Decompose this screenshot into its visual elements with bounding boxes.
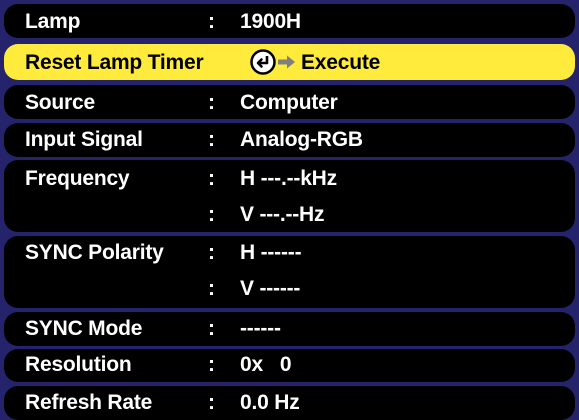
right-arrow-icon	[277, 54, 297, 70]
sync-mode-label: SYNC Mode	[25, 317, 143, 340]
menu-row-reset-lamp-timer[interactable]: Reset Lamp Timer Execute	[4, 44, 575, 80]
menu-row-input-signal: Input Signal : Analog-RGB	[4, 123, 575, 157]
sync-mode-value: ------	[240, 317, 281, 340]
separator: :	[208, 353, 215, 376]
separator: :	[208, 391, 215, 414]
refresh-rate-label: Refresh Rate	[25, 391, 153, 414]
lamp-info-menu: Lamp : 1900H Reset Lamp Timer Execute So…	[0, 0, 579, 420]
execute-label: Execute	[301, 50, 381, 74]
separator: :	[208, 277, 215, 300]
resolution-label: Resolution	[25, 353, 132, 376]
menu-row-source: Source : Computer	[4, 85, 575, 119]
refresh-rate-value: 0.0 Hz	[240, 391, 300, 414]
separator: :	[208, 203, 215, 226]
frequency-h-value: H ---.--kHz	[240, 167, 337, 190]
separator: :	[208, 167, 215, 190]
menu-row-resolution: Resolution : 0x 0	[4, 349, 575, 382]
reset-lamp-timer-label: Reset Lamp Timer	[25, 51, 204, 74]
menu-row-frequency: Frequency : H ---.--kHz : V ---.--Hz	[4, 160, 575, 232]
resolution-value: 0x 0	[240, 353, 292, 376]
separator: :	[208, 10, 215, 33]
input-signal-label: Input Signal	[25, 128, 143, 151]
sync-polarity-h-value: H ------	[240, 241, 302, 264]
menu-row-sync-mode: SYNC Mode : ------	[4, 312, 575, 346]
separator: :	[208, 91, 215, 114]
enter-key-icon	[250, 49, 276, 75]
frequency-label: Frequency	[25, 167, 130, 190]
source-value: Computer	[240, 91, 338, 114]
sync-polarity-v-value: V ------	[240, 277, 301, 300]
execute-button[interactable]: Execute	[250, 49, 380, 75]
separator: :	[208, 128, 215, 151]
sync-polarity-label: SYNC Polarity	[25, 241, 164, 264]
menu-row-lamp: Lamp : 1900H	[4, 4, 575, 38]
separator: :	[208, 241, 215, 264]
lamp-hours-value: 1900H	[240, 10, 301, 33]
frequency-v-value: V ---.--Hz	[240, 203, 325, 226]
separator: :	[208, 317, 215, 340]
source-label: Source	[25, 91, 95, 114]
menu-row-sync-polarity: SYNC Polarity : H ------ : V ------	[4, 236, 575, 308]
input-signal-value: Analog-RGB	[240, 128, 363, 151]
lamp-label: Lamp	[25, 10, 81, 33]
menu-row-refresh-rate: Refresh Rate : 0.0 Hz	[4, 386, 575, 420]
